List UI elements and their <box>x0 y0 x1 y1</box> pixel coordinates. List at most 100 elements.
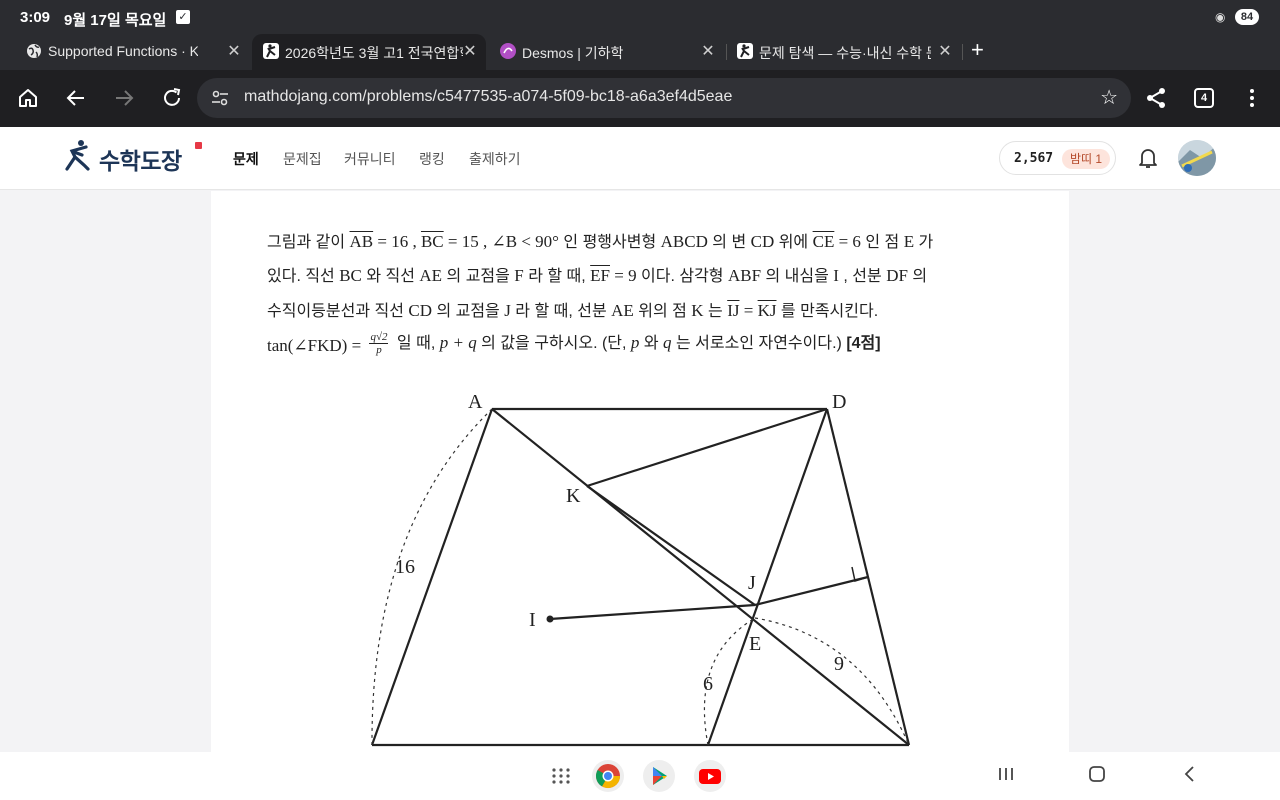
problem-line-3: 수직이등분선과 직선 CD 의 교점을 J 라 할 때, 선분 AE 위의 점 … <box>267 297 878 321</box>
status-bar: 3:09 9월 17일 목요일 ✓ ◉ 84 <box>0 0 1280 34</box>
math-text: tan(∠FKD) = <box>267 336 366 355</box>
home-circle-icon <box>1089 766 1105 782</box>
nav-community[interactable]: 커뮤니티 <box>344 149 396 169</box>
problem-text: 와 직선 <box>361 268 420 285</box>
url-text[interactable]: mathdojang.com/problems/c5477535-a074-5f… <box>244 88 732 106</box>
notification-check-icon: ✓ <box>176 10 190 24</box>
app-drawer-button[interactable] <box>545 760 577 792</box>
label-d: D <box>832 391 846 413</box>
system-nav-bar <box>0 752 1280 800</box>
home-button[interactable] <box>16 86 40 110</box>
math-text: CD <box>408 301 432 320</box>
globe-icon <box>26 43 42 59</box>
math-text: = 15 , ∠B < 90° <box>443 232 559 251</box>
close-icon[interactable]: ✕ <box>700 41 716 61</box>
problem-text: 라 할 때, <box>523 268 591 285</box>
chrome-app-button[interactable] <box>592 760 624 792</box>
problem-text: 그림과 같이 <box>267 234 350 251</box>
problem-text: 의 교점을 <box>442 268 515 285</box>
problem-text: 이다. 삼각형 <box>636 268 728 285</box>
math-text: AE <box>611 301 634 320</box>
more-vert-icon <box>1250 89 1254 107</box>
label-a: A <box>468 391 483 413</box>
logo-dot <box>195 142 202 149</box>
tab-separator <box>962 44 963 60</box>
status-time: 3:09 <box>20 9 51 26</box>
segment-af <box>491 408 910 746</box>
home-nav-button[interactable] <box>1087 764 1107 790</box>
math-text: BC <box>339 266 362 285</box>
menu-button[interactable] <box>1240 86 1264 110</box>
share-button[interactable] <box>1144 86 1168 110</box>
math-text: F <box>514 266 524 285</box>
nav-create[interactable]: 출제하기 <box>469 149 521 169</box>
math-segment-ij: IJ <box>727 301 740 320</box>
problem-text: , 선분 <box>838 268 887 285</box>
perpendicular-bisector <box>754 575 869 607</box>
label-16: 16 <box>395 556 415 578</box>
close-icon[interactable]: ✕ <box>462 41 478 61</box>
arrow-left-icon <box>66 90 84 106</box>
tab-title: 문제 탐색 — 수능·내신 수학 문제 <box>759 45 931 61</box>
avatar[interactable] <box>1178 140 1216 176</box>
chevron-left-icon <box>1184 766 1194 782</box>
reload-button[interactable] <box>160 86 184 110</box>
home-icon <box>19 89 37 107</box>
math-text: DF <box>886 266 908 285</box>
math-text: = 9 <box>610 266 637 285</box>
forward-button[interactable] <box>112 86 136 110</box>
problem-text: 의 변 <box>707 234 751 251</box>
math-text: E <box>903 232 915 251</box>
desmos-icon <box>500 43 516 59</box>
nav-ranking[interactable]: 랭킹 <box>419 149 445 169</box>
label-k: K <box>566 485 581 507</box>
mathdojang-icon <box>263 43 279 59</box>
math-fraction: q√2 p <box>369 331 389 357</box>
tab-separator <box>726 44 727 60</box>
tab-problem-search[interactable]: 문제 탐색 — 수능·내신 수학 문제 ✕ <box>737 34 953 70</box>
logo-text: 수학도장 <box>99 148 182 174</box>
back-button[interactable] <box>64 86 88 110</box>
point-i <box>546 615 554 623</box>
problem-text: 의 교점을 <box>432 303 505 320</box>
tab-title: Desmos | 기하학 <box>522 45 624 61</box>
youtube-app-button[interactable] <box>694 760 726 792</box>
math-text: = 16 , <box>373 232 421 251</box>
segment-kd <box>586 407 828 488</box>
logo-figure-icon <box>65 140 90 171</box>
fraction-denominator: p <box>376 344 382 357</box>
problem-line-4: tan(∠FKD) = q√2 p 일 때, p + q 의 값을 구하시오. (… <box>267 329 881 356</box>
nav-problem-sets[interactable]: 문제집 <box>283 149 322 169</box>
bell-icon[interactable] <box>1138 147 1158 169</box>
label-9: 9 <box>834 653 844 675</box>
problem-text: 의 값을 구하시오. (단, <box>476 335 631 352</box>
status-date: 9월 17일 목요일 <box>64 12 167 29</box>
back-nav-button[interactable] <box>1180 764 1200 790</box>
tab-desmos[interactable]: Desmos | 기하학 ✕ <box>500 34 716 70</box>
recent-apps-button[interactable] <box>996 764 1016 790</box>
math-text: ABF <box>727 266 762 285</box>
nav-problems[interactable]: 문제 <box>233 149 259 169</box>
problem-text: 의 내심을 <box>761 268 834 285</box>
site-header: 수학도장 문제 문제집 커뮤니티 랭킹 출제하기 2,567 밤띠 1 <box>0 127 1280 190</box>
tab-katex[interactable]: Supported Functions · KaTeX ✕ <box>26 34 242 70</box>
wifi-icon: ◉ <box>1215 10 1226 24</box>
problem-card: 그림과 같이 AB = 16 , BC = 15 , ∠B < 90° 인 평행… <box>211 191 1069 752</box>
close-icon[interactable]: ✕ <box>937 41 953 61</box>
user-points[interactable]: 2,567 밤띠 1 <box>999 141 1116 175</box>
address-bar[interactable]: mathdojang.com/problems/c5477535-a074-5f… <box>197 78 1131 118</box>
problem-text: 있다. 직선 <box>267 268 340 285</box>
problem-line-1: 그림과 같이 AB = 16 , BC = 15 , ∠B < 90° 인 평행… <box>267 228 933 252</box>
math-text: ABCD <box>660 232 708 251</box>
tab-switcher-button[interactable]: 4 <box>1194 88 1214 108</box>
youtube-icon <box>699 769 721 784</box>
new-tab-button[interactable]: + <box>971 39 984 61</box>
math-text: p + q <box>439 333 477 352</box>
chrome-icon <box>595 764 620 789</box>
play-store-button[interactable] <box>643 760 675 792</box>
bookmark-star-icon[interactable]: ☆ <box>1100 85 1118 110</box>
close-icon[interactable]: ✕ <box>226 41 242 61</box>
math-text: = <box>739 301 758 320</box>
tab-problem-2026[interactable]: 2026학년도 3월 고1 전국연합학력평가 ✕ <box>252 34 486 70</box>
math-segment-ef: EF <box>590 266 610 285</box>
